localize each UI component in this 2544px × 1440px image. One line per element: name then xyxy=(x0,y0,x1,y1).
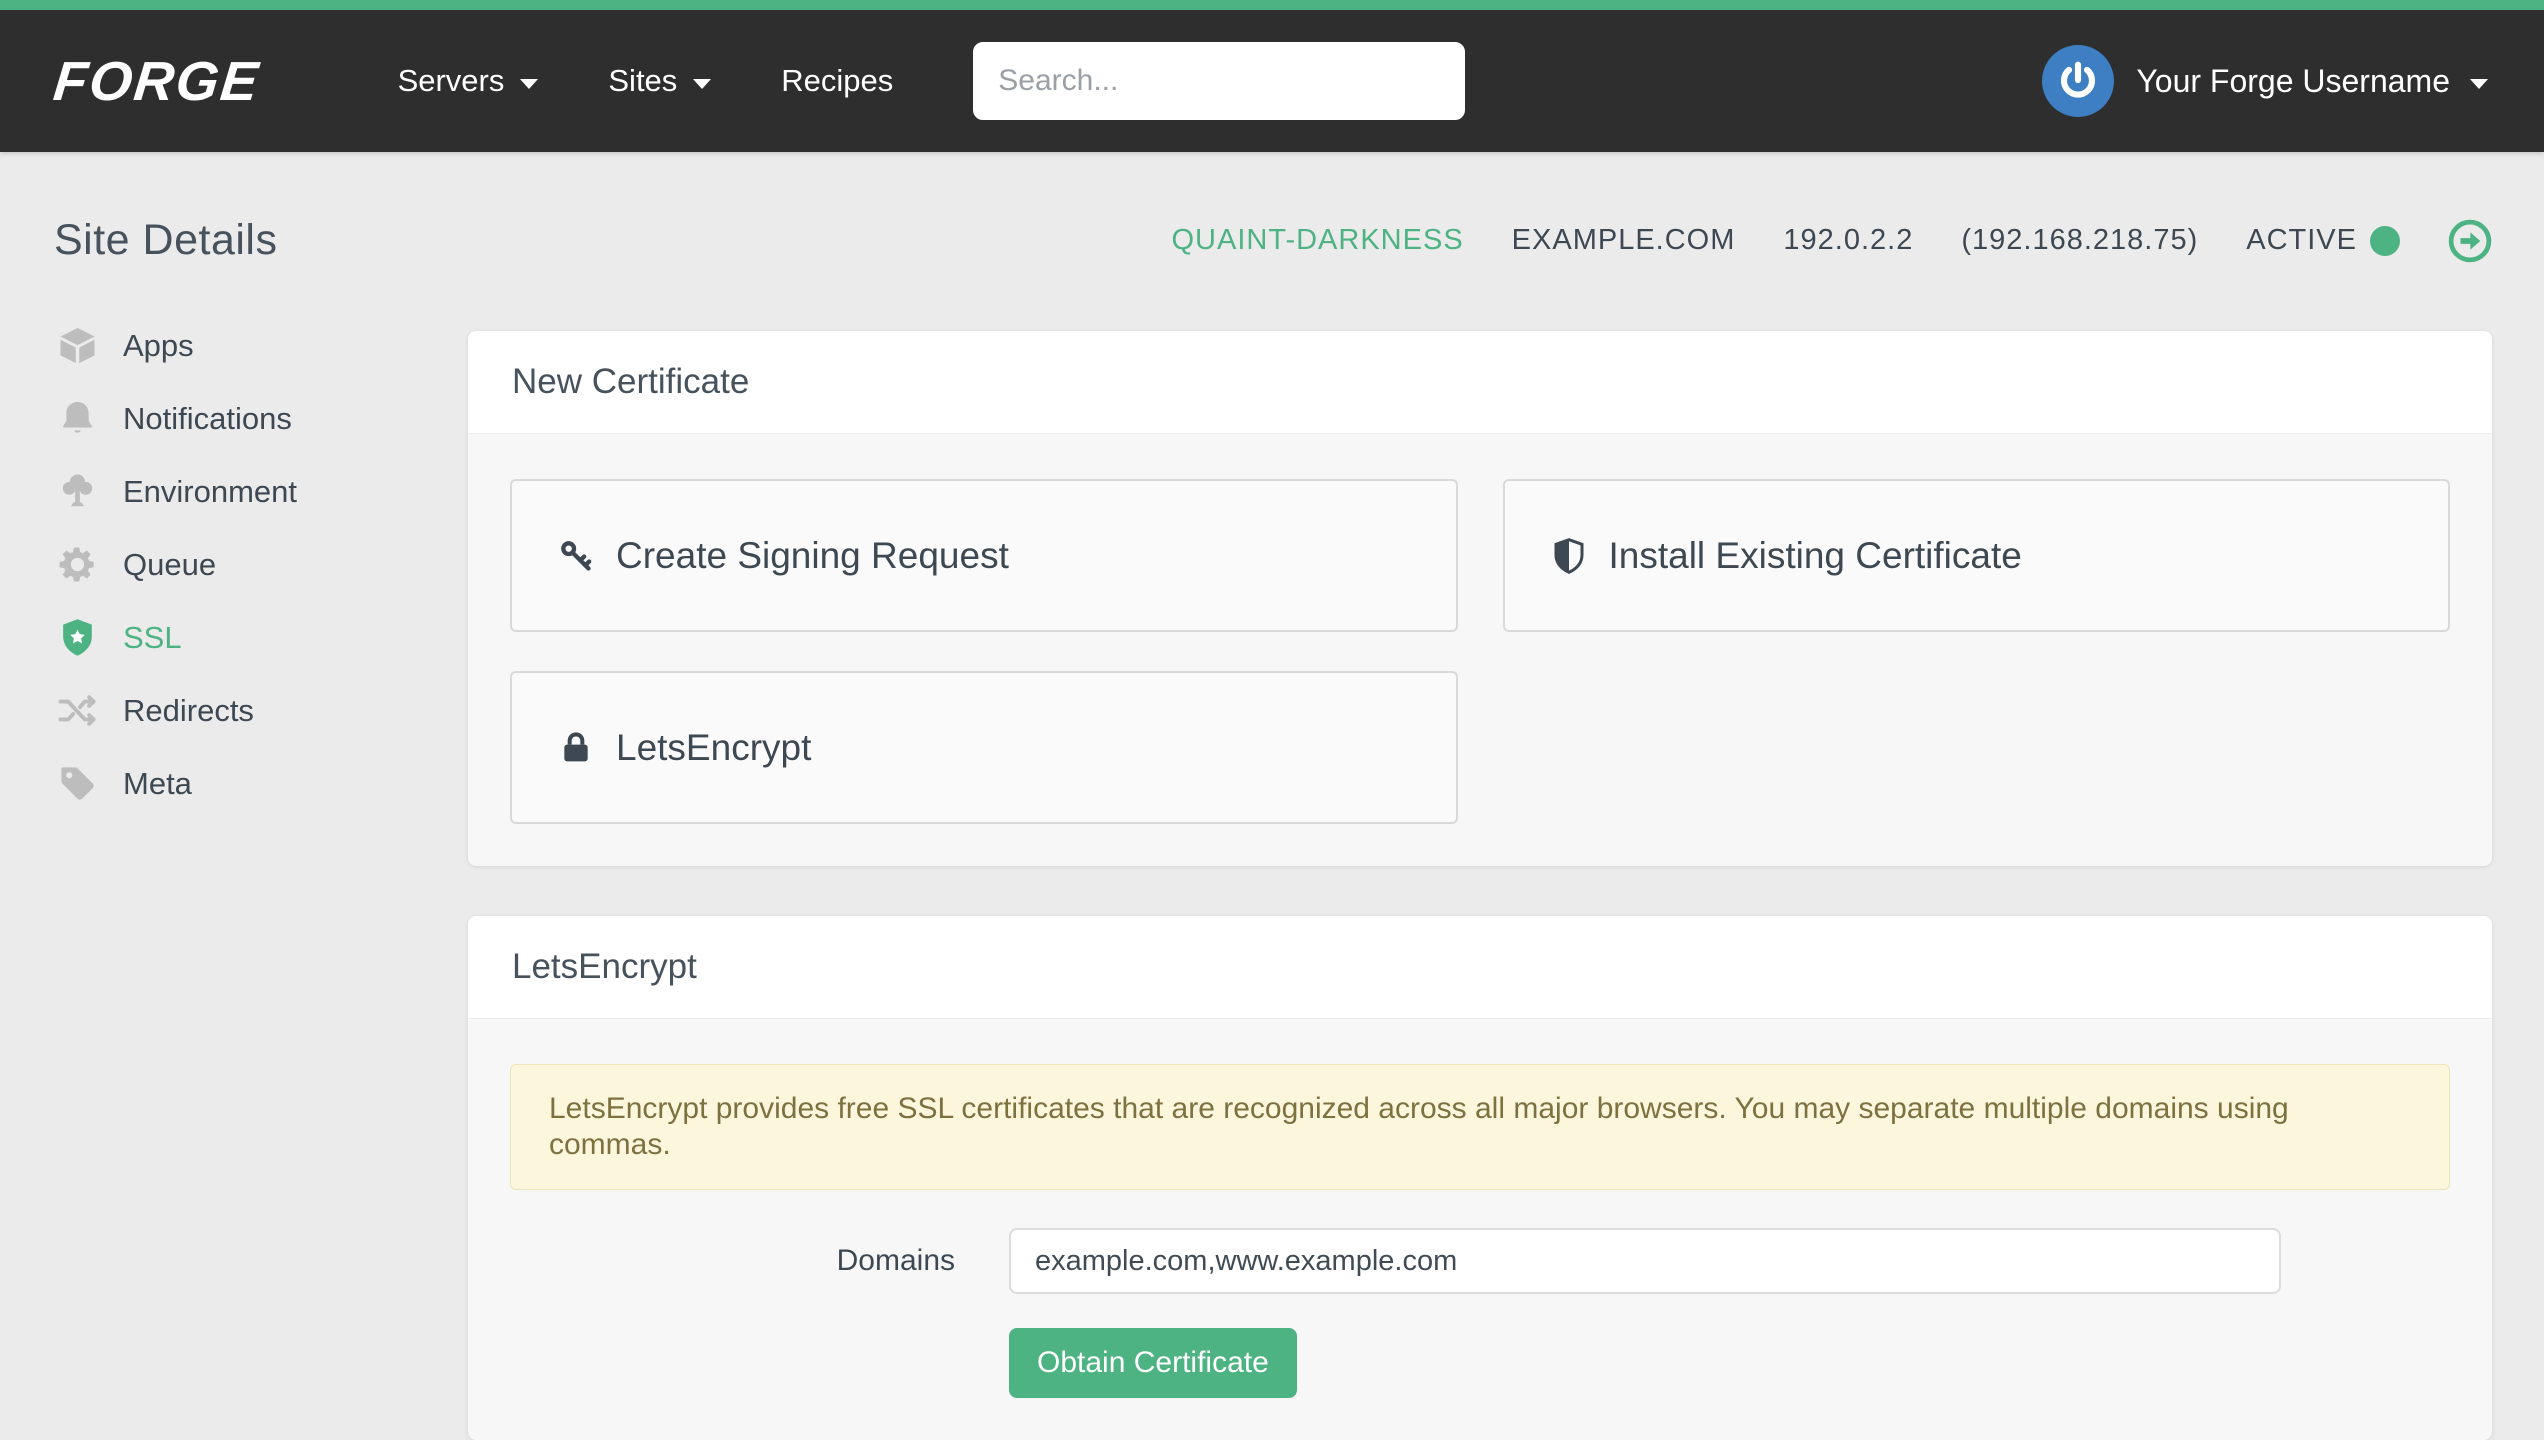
card-body: Create Signing Request Install Existing … xyxy=(468,434,2492,866)
sidebar-item-label: Apps xyxy=(123,328,194,364)
power-icon xyxy=(2055,58,2101,104)
shield-star-icon xyxy=(54,616,100,659)
sidebar-item-redirects[interactable]: Redirects xyxy=(54,674,468,747)
page-title: Site Details xyxy=(54,216,277,265)
navbar: FORGE Servers Sites Recipes Your xyxy=(0,10,2544,152)
card-body: LetsEncrypt provides free SSL certificat… xyxy=(468,1019,2492,1440)
nav-item-sites[interactable]: Sites xyxy=(608,63,711,99)
screen: FORGE Servers Sites Recipes Your xyxy=(0,0,2544,1440)
button-label: Install Existing Certificate xyxy=(1609,535,2022,577)
sidebar-item-apps[interactable]: Apps xyxy=(54,309,468,382)
obtain-certificate-button[interactable]: Obtain Certificate xyxy=(1009,1328,1297,1398)
site-meta: QUAINT-DARKNESS EXAMPLE.COM 192.0.2.2 (1… xyxy=(1172,219,2493,263)
key-icon xyxy=(556,536,596,576)
nav-links: Servers Sites Recipes xyxy=(398,63,894,99)
letsencrypt-card: LetsEncrypt LetsEncrypt provides free SS… xyxy=(468,916,2492,1440)
sidebar-item-meta[interactable]: Meta xyxy=(54,747,468,820)
chevron-down-icon xyxy=(520,79,538,89)
gear-icon xyxy=(54,543,100,586)
lock-icon xyxy=(556,728,596,768)
create-signing-request-button[interactable]: Create Signing Request xyxy=(510,479,1458,632)
letsencrypt-info-box: LetsEncrypt provides free SSL certificat… xyxy=(510,1064,2450,1190)
sidebar-item-label: Environment xyxy=(123,474,297,510)
sidebar-item-ssl[interactable]: SSL xyxy=(54,601,468,674)
shield-half-icon xyxy=(1549,536,1589,576)
card-title: LetsEncrypt xyxy=(468,916,2492,1019)
private-ip: (192.168.218.75) xyxy=(1961,224,2198,257)
cube-icon xyxy=(54,324,100,367)
button-label: Create Signing Request xyxy=(616,535,1009,577)
domains-input[interactable] xyxy=(1009,1228,2281,1294)
sidebar-item-label: Meta xyxy=(123,766,192,802)
nav-item-servers[interactable]: Servers xyxy=(398,63,539,99)
card-title: New Certificate xyxy=(468,331,2492,434)
sidebar-item-label: Queue xyxy=(123,547,216,583)
sidebar: Apps Notifications xyxy=(54,309,468,1440)
sidebar-item-label: SSL xyxy=(123,620,182,656)
bell-icon xyxy=(54,397,100,440)
forge-logo[interactable]: FORGE xyxy=(51,49,263,113)
arrow-right-circle-icon[interactable] xyxy=(2448,219,2492,263)
top-accent-bar xyxy=(0,0,2544,10)
submit-row: Obtain Certificate xyxy=(510,1328,2450,1398)
user-menu[interactable]: Your Forge Username xyxy=(2042,45,2488,117)
site-domain: EXAMPLE.COM xyxy=(1512,224,1736,257)
nav-item-label: Recipes xyxy=(781,63,893,99)
avatar xyxy=(2042,45,2114,117)
new-certificate-card: New Certificate Create Signing Req xyxy=(468,331,2492,866)
tree-icon xyxy=(54,470,100,513)
certificate-options: Create Signing Request Install Existing … xyxy=(510,479,2450,824)
tag-icon xyxy=(54,762,100,805)
sidebar-item-label: Notifications xyxy=(123,401,292,437)
button-label: LetsEncrypt xyxy=(616,727,811,769)
status-badge: ACTIVE xyxy=(2246,224,2400,257)
chevron-down-icon xyxy=(2470,79,2488,89)
install-existing-certificate-button[interactable]: Install Existing Certificate xyxy=(1503,479,2451,632)
username-label: Your Forge Username xyxy=(2136,63,2450,100)
nav-item-label: Servers xyxy=(398,63,505,99)
letsencrypt-button[interactable]: LetsEncrypt xyxy=(510,671,1458,824)
status-dot xyxy=(2370,226,2400,256)
main-column: New Certificate Create Signing Req xyxy=(468,331,2492,1440)
nav-item-recipes[interactable]: Recipes xyxy=(781,63,893,99)
body-row: Apps Notifications xyxy=(54,309,2492,1440)
sidebar-item-environment[interactable]: Environment xyxy=(54,455,468,528)
sidebar-item-queue[interactable]: Queue xyxy=(54,528,468,601)
label-spacer xyxy=(510,1328,1009,1398)
sidebar-item-label: Redirects xyxy=(123,693,254,729)
sidebar-item-notifications[interactable]: Notifications xyxy=(54,382,468,455)
nav-item-label: Sites xyxy=(608,63,677,99)
status-label: ACTIVE xyxy=(2246,224,2357,257)
shuffle-icon xyxy=(54,689,100,732)
page-content: Site Details QUAINT-DARKNESS EXAMPLE.COM… xyxy=(0,216,2544,1440)
public-ip: 192.0.2.2 xyxy=(1783,224,1913,257)
domains-form-row: Domains xyxy=(510,1228,2450,1294)
search-input[interactable] xyxy=(973,42,1465,120)
domains-label: Domains xyxy=(510,1244,1009,1278)
page-header: Site Details QUAINT-DARKNESS EXAMPLE.COM… xyxy=(54,216,2492,265)
server-name-link[interactable]: QUAINT-DARKNESS xyxy=(1172,224,1464,257)
chevron-down-icon xyxy=(693,79,711,89)
